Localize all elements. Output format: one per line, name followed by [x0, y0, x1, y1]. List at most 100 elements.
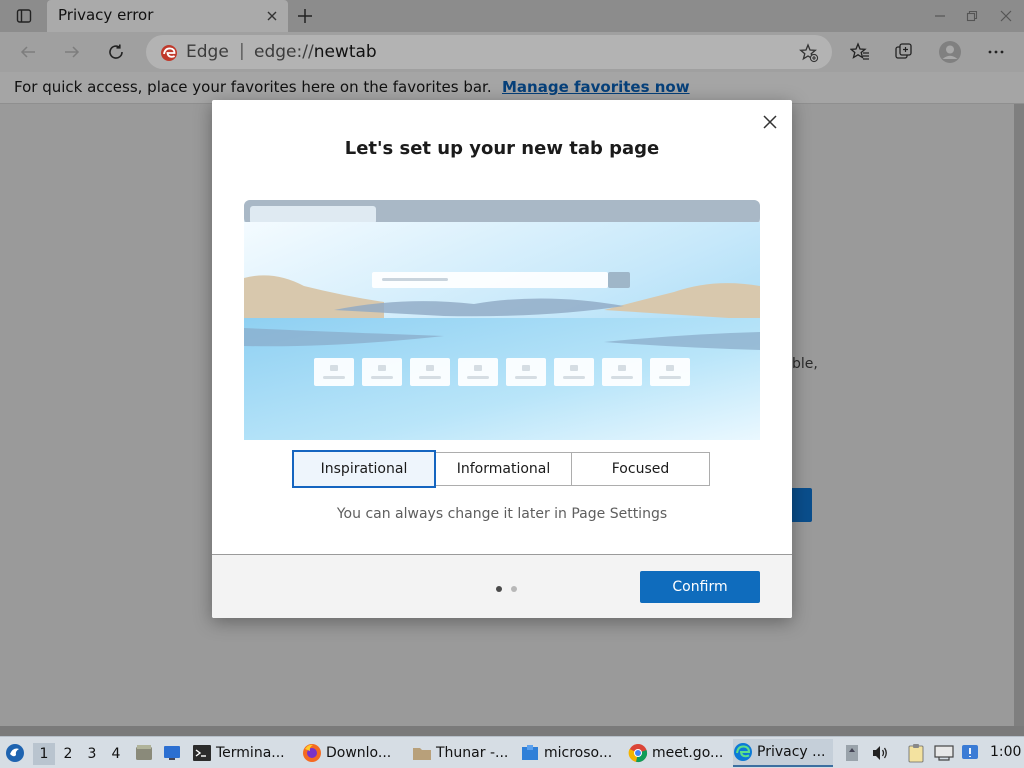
preview-tile-icon [666, 365, 674, 371]
tab-actions-button[interactable] [8, 6, 40, 26]
favorites-button[interactable] [848, 40, 872, 64]
preview-tile [554, 358, 594, 386]
start-menu-button[interactable] [5, 743, 25, 763]
task-microsoft[interactable]: microso... [520, 739, 620, 767]
desktop-launcher[interactable] [162, 743, 182, 763]
back-button[interactable] [16, 40, 40, 64]
more-options-button[interactable] [984, 40, 1008, 64]
task-edge-privacy[interactable]: Privacy ... [733, 739, 833, 767]
profile-button[interactable] [938, 40, 962, 64]
dialog-hint: You can always change it later in Page S… [336, 506, 668, 522]
url-scheme: edge:// [254, 42, 314, 62]
preview-tile-icon [618, 365, 626, 371]
page-dot-1[interactable] [496, 586, 502, 592]
refresh-icon [109, 44, 123, 59]
task-thunar[interactable]: Thunar -... [412, 739, 512, 767]
address-brand: Edge [186, 42, 229, 62]
dialog-footer: Confirm [212, 554, 792, 618]
favorites-bar-message: For quick access, place your favorites h… [14, 78, 492, 96]
taskbar: 1 2 3 4 Termina... Downlo... Thunar -...… [0, 736, 1024, 768]
upload-icon [846, 745, 858, 761]
preview-tile-label [515, 376, 537, 379]
scrollbar-track[interactable] [1014, 104, 1024, 726]
files-icon [136, 745, 152, 760]
dialog-title: Let's set up your new tab page [344, 138, 660, 159]
task-label: meet.go... [652, 745, 724, 761]
desktop-icon [164, 746, 180, 760]
preview-tile-label [611, 376, 633, 379]
workspace-1[interactable]: 1 [33, 743, 55, 765]
arrow-right-icon [65, 46, 80, 58]
close-icon [1000, 10, 1012, 22]
new-tab-button[interactable] [293, 4, 317, 28]
minimize-button[interactable] [932, 8, 948, 24]
star-add-icon [799, 43, 819, 63]
tab-close-button[interactable] [264, 8, 280, 24]
task-chrome-meet[interactable]: meet.go... [628, 739, 728, 767]
option-focused[interactable]: Focused [572, 452, 710, 486]
tray-network[interactable] [934, 743, 954, 763]
confirm-button[interactable]: Confirm [640, 571, 760, 603]
address-url: edge://newtab [254, 42, 377, 62]
preview-tile-icon [426, 365, 434, 371]
task-firefox[interactable]: Downlo... [302, 739, 402, 767]
tray-volume[interactable] [870, 743, 890, 763]
firefox-icon [303, 744, 321, 762]
close-icon [267, 11, 277, 21]
collections-icon [895, 43, 912, 59]
preview-tile [650, 358, 690, 386]
layout-option-group: Inspirational Informational Focused [292, 450, 710, 488]
preview-tile-label [563, 376, 585, 379]
preview-tile-label [467, 376, 489, 379]
forward-button[interactable] [60, 40, 84, 64]
workspace-2[interactable]: 2 [57, 743, 79, 765]
task-label: Privacy ... [757, 744, 826, 760]
address-bar[interactable]: Edge | edge://newtab [146, 35, 832, 69]
file-manager-launcher[interactable] [134, 743, 154, 763]
collections-button[interactable] [892, 40, 916, 64]
avatar-icon [939, 41, 961, 63]
more-horizontal-icon [988, 50, 1004, 54]
restore-button[interactable] [964, 8, 980, 24]
task-label: Termina... [216, 745, 285, 761]
preview-tile [506, 358, 546, 386]
preview-tile [458, 358, 498, 386]
terminal-icon [193, 745, 211, 761]
option-informational[interactable]: Informational [436, 452, 572, 486]
tray-notifications[interactable] [960, 743, 980, 763]
preview-tile [602, 358, 642, 386]
preview-tile [314, 358, 354, 386]
url-host: newtab [313, 42, 377, 62]
manage-favorites-link[interactable]: Manage favorites now [502, 78, 690, 96]
refresh-button[interactable] [104, 40, 128, 64]
close-window-button[interactable] [998, 8, 1014, 24]
clock: 1:00 [990, 744, 1022, 760]
edge-icon [734, 743, 752, 761]
arrow-left-icon [20, 46, 35, 58]
tab-title: Privacy error [58, 6, 154, 24]
notification-icon [962, 745, 978, 759]
tab-privacy-error[interactable]: Privacy error [47, 0, 288, 32]
tray-updates[interactable] [842, 743, 862, 763]
preview-tile-icon [330, 365, 338, 371]
app-menu-icon [6, 744, 24, 762]
address-separator: | [239, 41, 245, 61]
task-terminal[interactable]: Termina... [192, 739, 292, 767]
new-tab-setup-dialog: Let's set up your new tab page Inspirati… [212, 100, 792, 618]
task-label: microso... [544, 745, 613, 761]
workspace-3[interactable]: 3 [81, 743, 103, 765]
tray-clipboard[interactable] [906, 743, 926, 763]
preview-tile-icon [474, 365, 482, 371]
tab-actions-icon [16, 9, 32, 23]
preview-tile-label [419, 376, 441, 379]
background-partial-text: ble, [792, 356, 818, 372]
dialog-close-button[interactable] [760, 112, 780, 132]
workspace-4[interactable]: 4 [105, 743, 127, 765]
option-inspirational[interactable]: Inspirational [292, 450, 436, 488]
favorites-icon [850, 42, 869, 60]
add-favorite-button[interactable] [798, 42, 820, 64]
preview-tile-label [323, 376, 345, 379]
volume-icon [873, 746, 887, 760]
preview-tile-label [371, 376, 393, 379]
page-dot-2[interactable] [511, 586, 517, 592]
